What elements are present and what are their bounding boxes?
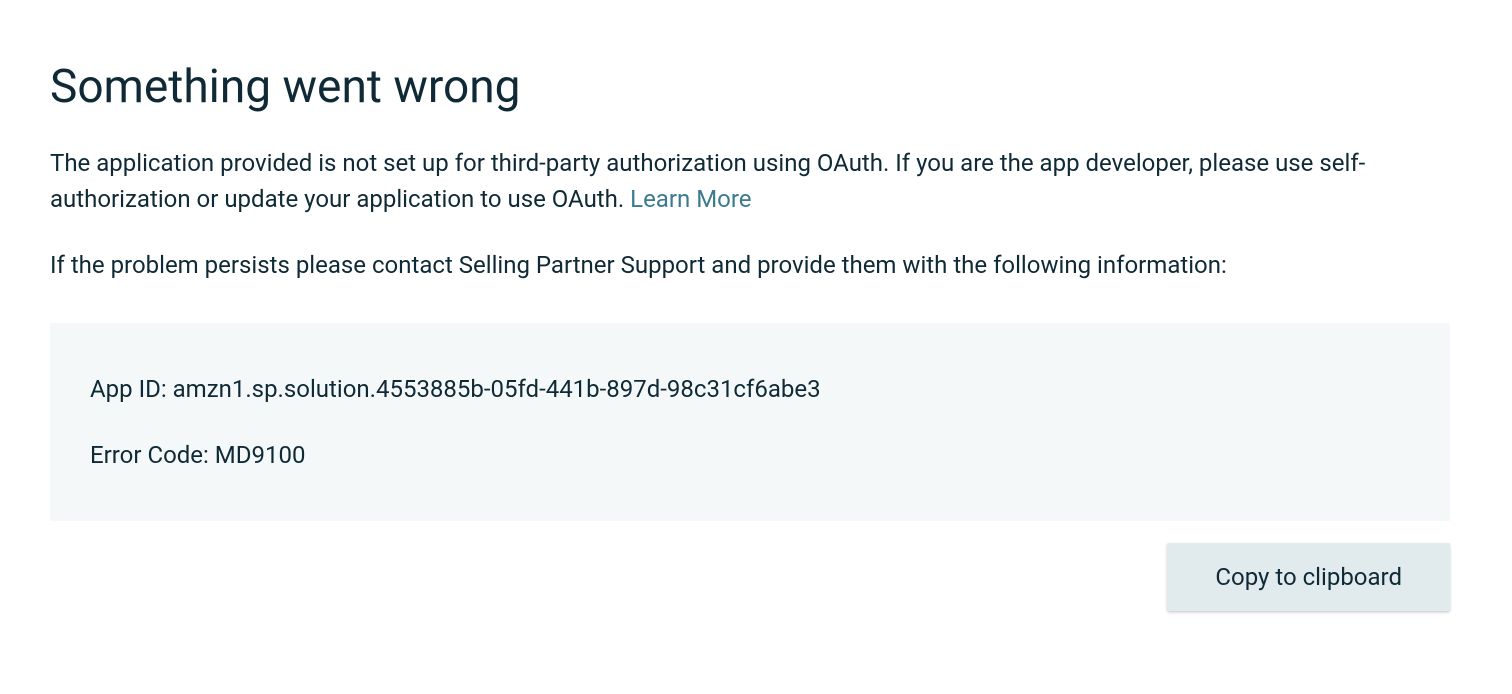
error-description: The application provided is not set up f… bbox=[50, 145, 1450, 217]
page-title: Something went wrong bbox=[50, 60, 1450, 115]
learn-more-link[interactable]: Learn More bbox=[630, 185, 751, 213]
copy-to-clipboard-button[interactable]: Copy to clipboard bbox=[1167, 543, 1450, 611]
error-page: Something went wrong The application pro… bbox=[50, 60, 1450, 611]
error-info-box: App ID: amzn1.sp.solution.4553885b-05fd-… bbox=[50, 323, 1450, 521]
persist-instructions: If the problem persists please contact S… bbox=[50, 247, 1450, 283]
button-row: Copy to clipboard bbox=[50, 543, 1450, 611]
app-id-line: App ID: amzn1.sp.solution.4553885b-05fd-… bbox=[90, 371, 1410, 407]
error-code-line: Error Code: MD9100 bbox=[90, 437, 1410, 473]
